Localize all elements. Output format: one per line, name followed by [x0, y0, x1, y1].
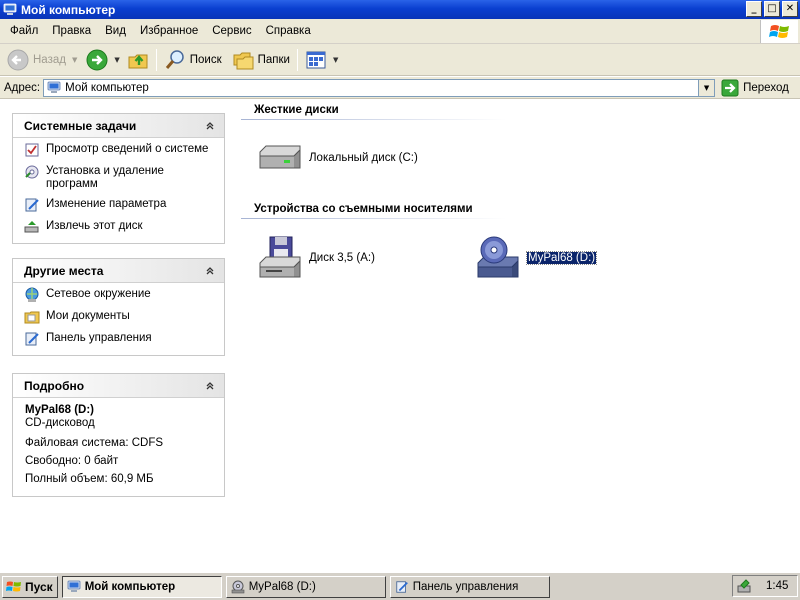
group-title-removable: Устройства со съемными носителями	[254, 203, 473, 215]
task-pane: Системные задачи Просмотр сведений о сис…	[0, 100, 238, 572]
safely-remove-hardware-icon[interactable]	[737, 578, 753, 594]
window-title: Мой компьютер	[21, 2, 116, 17]
start-button[interactable]: Пуск	[2, 575, 58, 598]
add-remove-programs-icon	[25, 165, 39, 179]
other-places-header[interactable]: Другие места	[13, 259, 224, 283]
toolbar: Назад ▼ ▼ Поиск Папки ▼	[0, 44, 800, 76]
views-button[interactable]	[302, 46, 330, 74]
system-info-icon	[25, 143, 39, 157]
address-input[interactable]: Мой компьютер ▼	[43, 78, 716, 97]
details-panel: Подробно MyPal68 (D:) CD-дисковод Файлов…	[12, 373, 225, 497]
forward-button[interactable]	[83, 46, 111, 74]
toolbar-separator	[296, 48, 298, 71]
drive-cd-d[interactable]: MyPal68 (D:)	[474, 235, 598, 281]
hard-drive-icon	[259, 145, 301, 169]
task-add-remove-programs[interactable]: Установка и удаление программ	[24, 165, 218, 191]
title-bar: Мой компьютер _ □ ✕	[0, 0, 800, 19]
taskbar: Пуск Мой компьютер MyPal68 (D:) Панель у…	[0, 572, 800, 600]
windows-logo-icon	[760, 20, 798, 43]
details-type: CD-дисковод	[25, 417, 95, 429]
cd-drive-icon	[231, 580, 244, 593]
place-control-panel[interactable]: Панель управления	[24, 332, 218, 347]
details-filesystem: Файловая система: CDFS	[25, 437, 164, 449]
taskbar-item-control-panel[interactable]: Панель управления	[389, 575, 550, 598]
back-button[interactable]: Назад	[4, 46, 69, 74]
system-tasks-header[interactable]: Системные задачи	[13, 114, 224, 138]
menu-favorites[interactable]: Избранное	[133, 25, 205, 37]
place-my-documents[interactable]: Мои документы	[24, 310, 218, 325]
forward-dropdown-arrow[interactable]: ▼	[114, 56, 119, 64]
system-tray: 1:45	[732, 575, 798, 597]
drive-floppy-a[interactable]: Диск 3,5 (A:)	[256, 235, 375, 281]
taskbar-item-my-computer[interactable]: Мой компьютер	[61, 575, 222, 598]
search-button[interactable]: Поиск	[161, 46, 225, 74]
my-computer-icon	[67, 580, 81, 592]
main-content: Жесткие диски Локальный диск (C:) Устрой…	[238, 100, 800, 572]
taskbar-item-mypal-d[interactable]: MyPal68 (D:)	[225, 575, 386, 598]
menu-help[interactable]: Справка	[259, 25, 318, 37]
menu-edit[interactable]: Правка	[45, 25, 98, 37]
control-panel-icon	[25, 332, 39, 346]
minimize-button[interactable]: _	[746, 1, 762, 17]
forward-arrow-icon	[86, 49, 108, 70]
menu-tools[interactable]: Сервис	[205, 25, 258, 37]
menu-bar: Файл Правка Вид Избранное Сервис Справка	[0, 19, 800, 44]
up-folder-button[interactable]	[124, 46, 152, 74]
address-bar: Адрес: Мой компьютер ▼ Переход	[0, 77, 800, 99]
group-divider	[241, 218, 506, 219]
collapse-chevron-icon[interactable]	[202, 263, 218, 279]
details-header[interactable]: Подробно	[13, 374, 224, 398]
back-arrow-icon	[7, 49, 29, 70]
drive-local-c[interactable]: Локальный диск (C:)	[256, 142, 418, 174]
address-value: Мой компьютер	[65, 81, 149, 94]
back-dropdown-arrow[interactable]: ▼	[72, 56, 77, 64]
address-dropdown-arrow[interactable]: ▼	[698, 79, 715, 96]
task-eject-disc[interactable]: Извлечь этот диск	[24, 220, 218, 235]
eject-drive-icon	[24, 221, 39, 233]
clock[interactable]: 1:45	[766, 580, 788, 592]
network-places-icon	[25, 287, 39, 302]
folders-button[interactable]: Папки	[229, 46, 293, 74]
my-documents-icon	[24, 311, 40, 324]
group-divider	[241, 119, 506, 120]
task-view-system-info[interactable]: Просмотр сведений о системе	[24, 143, 218, 158]
windows-logo-icon	[6, 581, 21, 591]
go-arrow-icon	[721, 79, 739, 96]
maximize-button[interactable]: □	[764, 1, 780, 17]
details-free-space: Свободно: 0 байт	[25, 455, 119, 467]
system-tasks-panel: Системные задачи Просмотр сведений о сис…	[12, 113, 225, 244]
go-button[interactable]: Переход	[721, 79, 789, 97]
menu-file[interactable]: Файл	[3, 25, 45, 37]
menu-view[interactable]: Вид	[98, 25, 133, 37]
my-computer-icon	[3, 3, 17, 15]
other-places-panel: Другие места Сетевое окружение Мои докум…	[12, 258, 225, 356]
task-change-setting[interactable]: Изменение параметра	[24, 198, 218, 213]
my-computer-icon	[47, 81, 61, 93]
floppy-drive-icon	[259, 236, 301, 278]
place-network[interactable]: Сетевое окружение	[24, 287, 218, 303]
cd-drive-icon	[477, 236, 519, 278]
close-button[interactable]: ✕	[782, 1, 798, 17]
group-title-hard-drives: Жесткие диски	[254, 104, 339, 116]
up-folder-icon	[128, 54, 148, 68]
search-icon	[165, 49, 184, 69]
views-icon	[306, 51, 326, 68]
folders-icon	[233, 52, 254, 69]
collapse-chevron-icon[interactable]	[202, 378, 218, 394]
collapse-chevron-icon[interactable]	[202, 118, 218, 134]
views-dropdown-arrow[interactable]: ▼	[333, 56, 338, 64]
control-panel-icon	[396, 580, 408, 593]
toolbar-separator	[155, 48, 157, 71]
details-total-size: Полный объем: 60,9 МБ	[25, 473, 154, 485]
address-label: Адрес:	[4, 81, 41, 94]
control-panel-icon	[25, 198, 39, 212]
details-name: MyPal68 (D:)	[25, 404, 95, 416]
